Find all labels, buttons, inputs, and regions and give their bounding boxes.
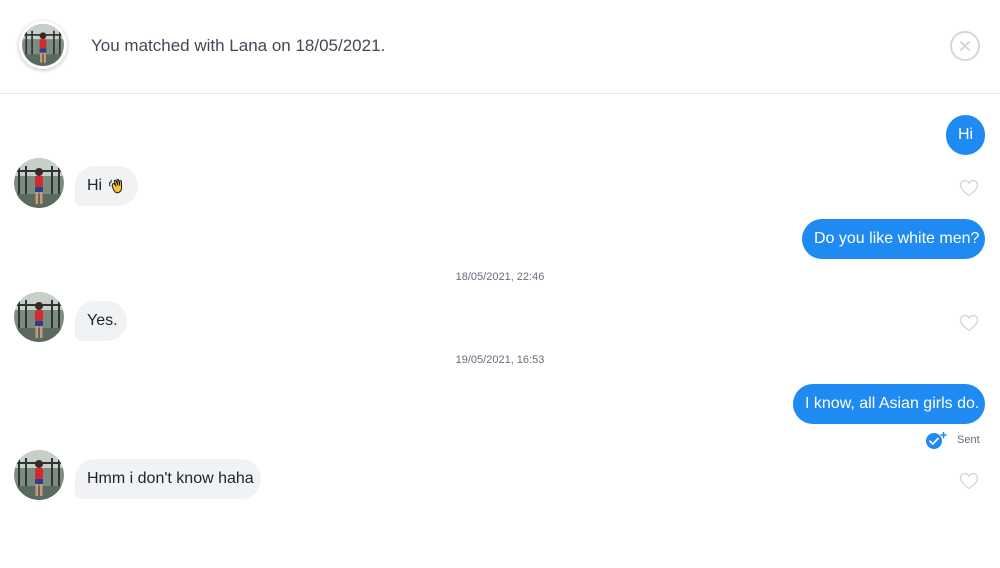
message-outgoing[interactable]: Hi xyxy=(946,115,985,155)
message-timestamp: 18/05/2021, 22:46 xyxy=(455,271,545,283)
profile-photo xyxy=(22,24,64,66)
message-outgoing[interactable]: Do you like white men? xyxy=(802,219,985,259)
message-text: Hi xyxy=(957,126,974,143)
message-text: Hmm i don't know haha xyxy=(87,470,254,487)
message-timestamp: 19/05/2021, 16:53 xyxy=(455,354,545,366)
like-heart-icon[interactable] xyxy=(959,314,979,332)
status-label: Sent xyxy=(957,434,980,446)
sender-avatar[interactable] xyxy=(14,292,64,342)
message-text: I know, all Asian girls do. xyxy=(805,395,980,412)
profile-photo xyxy=(14,292,64,342)
message-incoming[interactable]: Yes. xyxy=(75,301,127,341)
like-heart-icon[interactable] xyxy=(959,179,979,197)
message-text: Do you like white men? xyxy=(814,230,980,247)
message-text: Hi xyxy=(87,177,103,194)
profile-photo xyxy=(14,450,64,500)
message-outgoing[interactable]: I know, all Asian girls do. xyxy=(793,384,985,424)
match-notice: You matched with Lana on 18/05/2021. xyxy=(91,36,386,55)
waving-hand-icon xyxy=(109,178,123,194)
close-icon xyxy=(960,41,970,51)
sender-avatar[interactable] xyxy=(14,450,64,500)
delivery-status: Sent xyxy=(925,431,980,449)
message-incoming[interactable]: Hi xyxy=(75,166,138,206)
close-button[interactable] xyxy=(950,31,980,61)
message-incoming[interactable]: Hmm i don't know haha xyxy=(75,459,261,499)
message-text: Yes. xyxy=(87,312,118,329)
sent-check-icon xyxy=(926,431,947,449)
like-heart-icon[interactable] xyxy=(959,472,979,490)
match-header: You matched with Lana on 18/05/2021. xyxy=(0,0,1000,94)
sender-avatar[interactable] xyxy=(14,158,64,208)
profile-photo xyxy=(14,158,64,208)
match-avatar[interactable] xyxy=(19,21,67,69)
